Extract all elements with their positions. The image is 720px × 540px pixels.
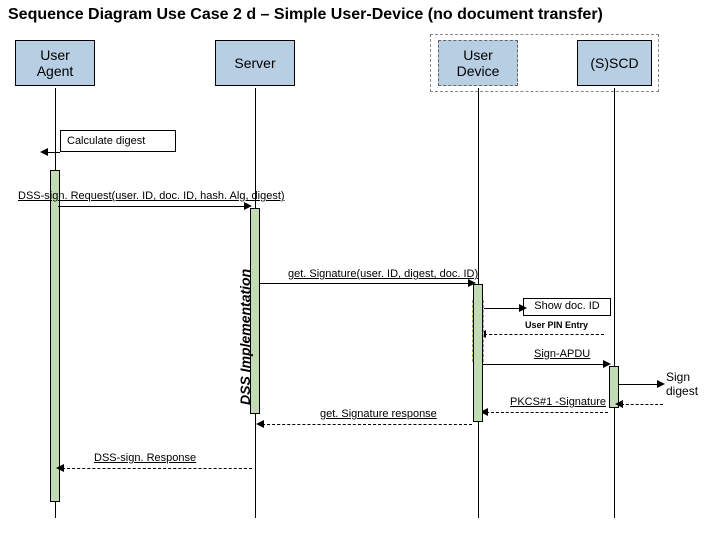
arrow-sign-apdu-line [483, 364, 607, 365]
arrow-get-sig-resp-head-icon [256, 420, 264, 428]
diagram-title: Sequence Diagram Use Case 2 d – Simple U… [8, 6, 603, 24]
arrow-sign-apdu-head-icon [603, 360, 611, 368]
arrow-dss-sign-request-head-icon [244, 202, 252, 210]
arrow-pkcs1-line [486, 412, 608, 413]
arrow-dss-sign-resp-line [62, 468, 252, 469]
msg-show-doc-id: Show doc. ID [523, 298, 611, 316]
self-call-arrow-icon [40, 148, 48, 156]
self-msg-calculate-digest: Calculate digest [60, 130, 176, 152]
arrow-sign-digest-back-line [621, 404, 663, 405]
arrow-dss-sign-resp-head-icon [56, 464, 64, 472]
arrow-sign-digest-out-line [619, 384, 661, 385]
arrow-sign-digest-out-head-icon [657, 380, 665, 388]
activation-user-agent [50, 170, 60, 502]
msg-get-signature-response: get. Signature response [320, 408, 437, 420]
msg-sign-apdu: Sign-APDU [534, 348, 590, 360]
arrow-dss-sign-request-line [58, 206, 248, 207]
arrow-get-sig-resp-line [262, 424, 472, 425]
actor-server: Server [215, 40, 295, 86]
msg-pkcs1-signature: PKCS#1 -Signature [510, 396, 606, 408]
arrow-show-doc-id-line [483, 308, 523, 309]
label-dss-implementation: DSS Implementation [237, 269, 253, 405]
arrow-user-pin-entry-line [484, 334, 604, 335]
msg-user-pin-entry: User PIN Entry [525, 320, 588, 330]
msg-get-signature: get. Signature(user. ID, digest, doc. ID… [288, 268, 478, 280]
msg-dss-sign-request: DSS-sign. Request(user. ID, doc. ID, has… [18, 190, 285, 202]
self-call-line [48, 152, 60, 153]
lifeline-sscd [614, 88, 615, 518]
device-group-frame [430, 34, 659, 92]
diagram-canvas: Sequence Diagram Use Case 2 d – Simple U… [0, 0, 720, 540]
arrow-show-doc-id-head-icon [519, 304, 527, 312]
actor-user-agent: User Agent [15, 40, 95, 86]
arrow-sign-digest-back-head-icon [615, 400, 623, 408]
label-sign-digest: Sign digest [666, 370, 698, 398]
msg-dss-sign-response: DSS-sign. Response [94, 452, 196, 464]
activation-user-device [473, 284, 483, 422]
arrow-get-signature-line [260, 283, 472, 284]
